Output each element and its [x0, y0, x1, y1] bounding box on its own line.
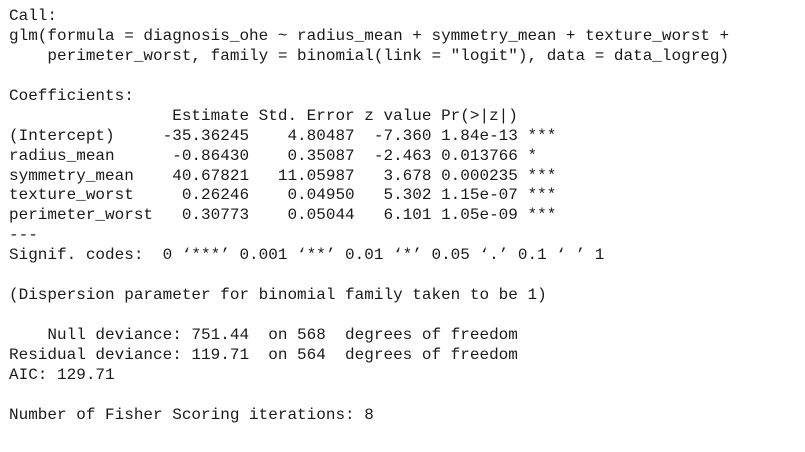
- signif-codes: Signif. codes: 0 ‘***’ 0.001 ‘**’ 0.01 ‘…: [9, 246, 605, 265]
- residual-deviance: Residual deviance: 119.71 on 564 degrees…: [9, 345, 518, 364]
- r-console-output: Call: glm(formula = diagnosis_ohe ~ radi…: [9, 7, 799, 447]
- coef-row-perimeter-worst: perimeter_worst 0.30773 0.05044 6.101 1.…: [9, 206, 557, 225]
- coef-table-header: Estimate Std. Error z value Pr(>|z|): [9, 106, 557, 125]
- call-formula-line-2: perimeter_worst, family = binomial(link …: [9, 46, 730, 65]
- separator: ---: [9, 226, 38, 245]
- fisher-iterations: Number of Fisher Scoring iterations: 8: [9, 405, 374, 424]
- coef-row-symmetry-mean: symmetry_mean 40.67821 11.05987 3.678 0.…: [9, 166, 557, 185]
- call-header: Call:: [9, 7, 58, 25]
- coef-row-intercept: (Intercept) -35.36245 4.80487 -7.360 1.8…: [9, 126, 557, 145]
- coef-row-texture-worst: texture_worst 0.26246 0.04950 5.302 1.15…: [9, 186, 557, 205]
- dispersion-note: (Dispersion parameter for binomial famil…: [9, 286, 547, 305]
- coefficients-header: Coefficients:: [9, 86, 134, 105]
- null-deviance: Null deviance: 751.44 on 568 degrees of …: [9, 326, 518, 344]
- call-formula-line-1: glm(formula = diagnosis_ohe ~ radius_mea…: [9, 26, 730, 45]
- coef-row-radius-mean: radius_mean -0.86430 0.35087 -2.463 0.01…: [9, 146, 557, 165]
- aic-value: AIC: 129.71: [9, 365, 115, 384]
